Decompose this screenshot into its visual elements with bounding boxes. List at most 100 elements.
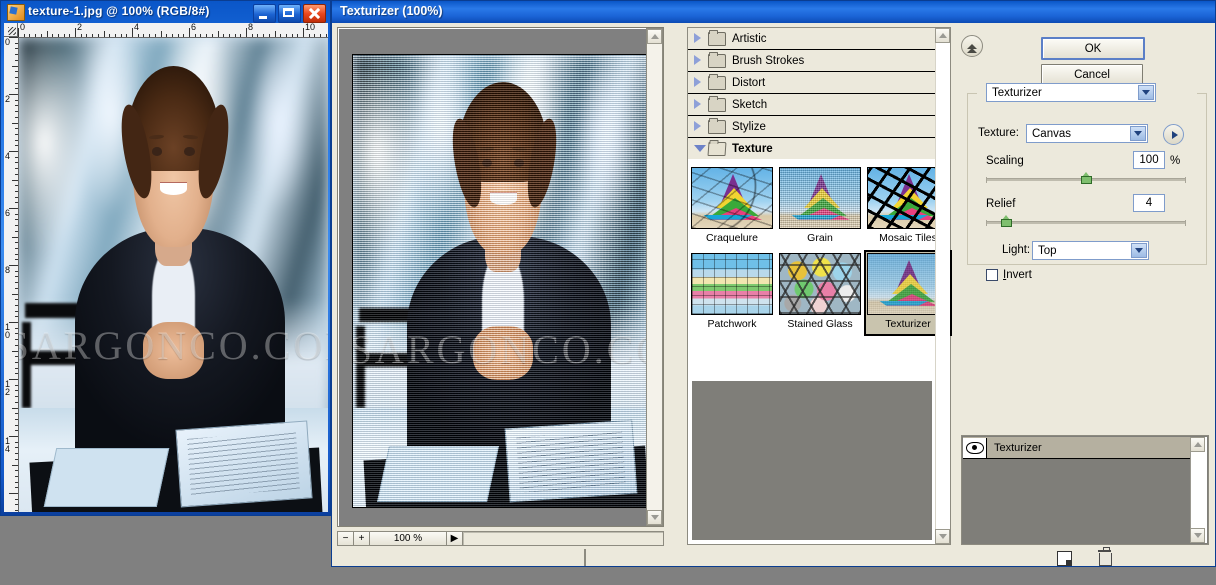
preview-scroll-up-button[interactable] — [647, 29, 662, 44]
ruler-label-h: 2 — [77, 23, 83, 32]
image-window-title: texture-1.jpg @ 100% (RGB/8#) — [28, 4, 210, 18]
filter-thumbnail-craquelure[interactable]: Craquelure — [688, 164, 776, 248]
relief-label: Relief — [986, 198, 1016, 210]
scaling-input[interactable]: 100 — [1133, 151, 1165, 169]
filter-name-value: Texturizer — [992, 86, 1042, 99]
zoom-out-button[interactable]: − — [337, 531, 354, 546]
ruler-label-v: 12 — [5, 379, 11, 397]
image-document-window: texture-1.jpg @ 100% (RGB/8#) 0 2 4 6 8 10 0 2… — [0, 0, 331, 516]
filter-name-select[interactable]: Texturizer — [986, 83, 1156, 102]
filter-thumbnail-stained-glass[interactable]: Stained Glass — [776, 250, 864, 336]
chevron-right-icon[interactable] — [694, 99, 701, 109]
invert-label-text: nvert — [1006, 269, 1032, 281]
zoom-in-button[interactable]: + — [353, 531, 370, 546]
folder-icon — [708, 74, 726, 90]
document-canvas-area[interactable]: 0 2 4 6 8 10 02468101214 SARGONCO.CO — [4, 23, 328, 512]
relief-input[interactable]: 4 — [1133, 194, 1165, 212]
preview-vscrollbar[interactable] — [646, 28, 663, 526]
dialog-titlebar[interactable]: Texturizer (100%) — [332, 1, 1215, 23]
folder-icon — [708, 118, 726, 134]
effect-layers-list[interactable]: Texturizer — [961, 435, 1209, 545]
invert-checkbox[interactable] — [986, 269, 998, 281]
chevron-right-icon[interactable] — [694, 55, 701, 65]
filter-category-brush-strokes[interactable]: Brush Strokes — [688, 50, 936, 72]
ruler-label-h: 6 — [191, 23, 197, 32]
minimize-button[interactable] — [253, 4, 276, 23]
vertical-ruler[interactable]: 0 2 4 6 8 10 12 14 — [4, 37, 19, 512]
horizontal-ruler[interactable]: 0 2 4 6 8 10 — [18, 23, 328, 38]
filter-category-label: Distort — [732, 76, 766, 89]
filter-thumbnail-area: Craquelure Grain Mosaic Tiles Patchwork Sta… — [688, 159, 952, 544]
collapse-panel-button[interactable] — [961, 35, 983, 57]
ruler-label-h: 0 — [20, 23, 26, 32]
zoom-level-display: 100 % — [369, 531, 447, 546]
scaling-slider[interactable] — [986, 172, 1186, 184]
scaling-slider-handle[interactable] — [1080, 172, 1092, 184]
filter-category-texture[interactable]: Texture — [688, 138, 936, 160]
filter-category-label: Texture — [732, 142, 773, 155]
filter-scroll-up-button[interactable] — [935, 28, 950, 43]
ruler-origin-corner[interactable] — [4, 23, 18, 37]
layer-action-buttons — [961, 547, 1209, 571]
chevron-right-icon[interactable] — [694, 77, 701, 87]
ruler-label-v: 14 — [5, 436, 11, 454]
filter-category-distort[interactable]: Distort — [688, 72, 936, 94]
dialog-title: Texturizer (100%) — [340, 4, 443, 18]
filter-thumbnail-image — [779, 167, 861, 229]
preview-scroll-down-button[interactable] — [647, 510, 662, 525]
filter-category-label: Stylize — [732, 120, 766, 133]
layer-visibility-toggle[interactable] — [963, 437, 987, 458]
relief-slider-handle[interactable] — [1001, 215, 1013, 227]
filter-thumbnail-image — [691, 167, 773, 229]
filter-thumbnail-label: Grain — [807, 232, 833, 244]
filter-thumbnail-grain[interactable]: Grain — [776, 164, 864, 248]
trash-icon[interactable] — [1098, 547, 1113, 566]
chevron-down-icon[interactable] — [1138, 85, 1154, 100]
filter-category-tree: Artistic Brush Strokes Distort Sketch Styliz… — [688, 28, 936, 160]
chevron-down-icon[interactable] — [694, 145, 706, 152]
layers-scroll-down-button[interactable] — [1190, 528, 1205, 543]
chevron-down-icon[interactable] — [1131, 243, 1147, 258]
relief-slider[interactable] — [986, 215, 1186, 227]
image-window-titlebar[interactable]: texture-1.jpg @ 100% (RGB/8#) — [1, 1, 330, 23]
circle-right-arrow-icon[interactable] — [1163, 124, 1184, 145]
filter-thumbnail-image — [779, 253, 861, 315]
maximize-button[interactable] — [278, 4, 301, 23]
texture-select[interactable]: Canvas — [1026, 124, 1148, 143]
ruler-label-v: 8 — [5, 265, 11, 275]
filter-list-scrollbar[interactable] — [935, 28, 950, 544]
chevron-up-icon — [1193, 442, 1202, 447]
chevron-right-icon[interactable] — [694, 33, 701, 43]
filter-category-stylize[interactable]: Stylize — [688, 116, 936, 138]
preview-viewport[interactable]: SARGONCO.CO — [337, 27, 664, 527]
ruler-label-v: 4 — [5, 151, 11, 161]
document-image[interactable]: SARGONCO.COM — [19, 38, 328, 512]
filter-thumbnail-patchwork[interactable]: Patchwork — [688, 250, 776, 336]
ruler-label-h: 8 — [248, 23, 254, 32]
close-button[interactable] — [303, 4, 326, 23]
folder-icon — [708, 30, 726, 46]
ruler-label-h: 4 — [134, 23, 140, 32]
layers-scroll-up-button[interactable] — [1190, 437, 1205, 452]
controls-pane: OK Cancel Texturizer Texture: Canvas Sca… — [957, 27, 1213, 566]
chevron-down-icon[interactable] — [1130, 126, 1146, 141]
chevron-right-icon[interactable] — [694, 121, 701, 131]
new-effect-layer-icon[interactable] — [1057, 551, 1072, 566]
chevron-down-icon — [650, 515, 659, 520]
filter-options-group: Texturizer Texture: Canvas Scaling 100 % — [967, 83, 1207, 281]
filter-category-sketch[interactable]: Sketch — [688, 94, 936, 116]
scaling-label: Scaling — [986, 155, 1024, 167]
preview-play-button[interactable]: ▶ — [446, 531, 463, 546]
ruler-label-v: 2 — [5, 94, 11, 104]
cancel-button[interactable]: Cancel — [1041, 64, 1143, 85]
preview-status-strip — [462, 531, 664, 546]
ok-button[interactable]: OK — [1041, 37, 1145, 60]
layers-scrollbar[interactable] — [1190, 437, 1207, 543]
filter-scroll-down-button[interactable] — [935, 529, 950, 544]
light-select[interactable]: Top — [1032, 241, 1149, 260]
filter-category-artistic[interactable]: Artistic — [688, 28, 936, 50]
ruler-label-v: 10 — [5, 322, 11, 340]
chevron-up-icon — [938, 33, 947, 38]
light-label: Light: — [1002, 244, 1031, 256]
list-item[interactable]: Texturizer — [963, 437, 1191, 459]
